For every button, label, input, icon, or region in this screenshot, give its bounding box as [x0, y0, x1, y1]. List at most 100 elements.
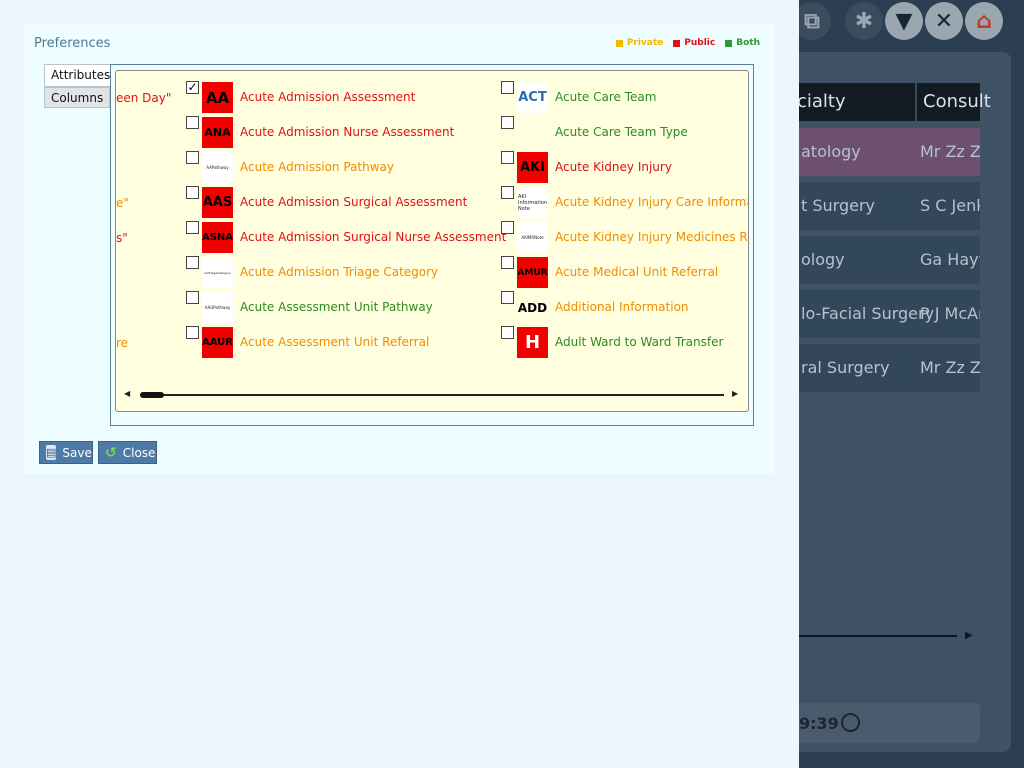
- tool-icon[interactable]: ✱: [845, 2, 883, 40]
- copy-icon[interactable]: ⧉: [799, 2, 831, 40]
- aaupathway-icon: AAUPathway: [202, 292, 233, 323]
- attribute-item[interactable]: ADD Additional Information: [501, 291, 748, 323]
- attribute-label: Acute Care Team Type: [555, 125, 688, 139]
- tab-attributes[interactable]: Attributes: [44, 64, 110, 87]
- row-specialty: t Surgery: [801, 196, 875, 215]
- attribute-item[interactable]: AAPathway Acute Admission Pathway: [186, 151, 496, 183]
- scroll-track[interactable]: [140, 394, 724, 396]
- row-specialty: ology: [801, 250, 845, 269]
- scroll-right-arrow-icon[interactable]: ▶: [965, 630, 973, 641]
- legend-both-swatch: [725, 39, 733, 47]
- header-consultant: Consult: [923, 91, 991, 112]
- attribute-item[interactable]: H Adult Ward to Ward Transfer: [501, 326, 748, 358]
- attribute-item[interactable]: Acute Care Team Type: [501, 116, 748, 148]
- attribute-label: Acute Admission Nurse Assessment: [240, 125, 455, 139]
- aapathway-icon: AAPathway: [202, 152, 233, 183]
- header-specialty: cialty: [799, 91, 846, 112]
- attribute-label: Acute Admission Pathway: [240, 160, 394, 174]
- add-icon: ADD: [517, 300, 548, 315]
- table-row[interactable]: ral Surgery Mr Zz Zz: [799, 344, 980, 392]
- row-consultant: P J McAr: [920, 304, 980, 323]
- checkbox[interactable]: [501, 116, 514, 129]
- save-button[interactable]: ▤ Save: [39, 441, 93, 464]
- row-consultant: Mr Zz Zz: [920, 358, 980, 377]
- table-row[interactable]: lo-Facial Surgery P J McAr: [799, 290, 980, 338]
- asna-icon: ASNA: [202, 222, 233, 253]
- table-row[interactable]: ology Ga Hayw: [799, 236, 980, 284]
- checkbox[interactable]: [186, 326, 199, 339]
- legend-both-label: Both: [736, 38, 760, 48]
- horizontal-scrollbar[interactable]: ◀ ▶: [124, 389, 742, 401]
- attribute-item[interactable]: AKIMRNote Acute Kidney Injury Medicines …: [501, 221, 748, 253]
- row-specialty: lo-Facial Surgery: [801, 304, 935, 323]
- attribute-label: Acute Admission Assessment: [240, 90, 416, 104]
- attribute-label: Acute Kidney Injury Care Informatio: [555, 195, 749, 209]
- legend-private: Private: [615, 38, 663, 48]
- attribute-item[interactable]: ANA Acute Admission Nurse Assessment: [186, 116, 496, 148]
- aas-icon: AAS: [202, 187, 233, 218]
- attribute-label: Acute Admission Surgical Nurse Assessmen…: [240, 230, 507, 244]
- attribute-label: Acute Care Team: [555, 90, 657, 104]
- attribute-label: Adult Ward to Ward Transfer: [555, 335, 724, 349]
- attribute-label: Acute Assessment Unit Referral: [240, 335, 430, 349]
- attribute-item[interactable]: ACT Acute Care Team: [501, 81, 748, 113]
- attributes-panel: een Day" e" s" re ✓ AA Acute Admission A…: [110, 64, 754, 426]
- hospital-h-icon: H: [517, 327, 548, 358]
- attribute-item[interactable]: AAUR Acute Assessment Unit Referral: [186, 326, 496, 358]
- ana-icon: ANA: [202, 117, 233, 148]
- attributes-list: een Day" e" s" re ✓ AA Acute Admission A…: [115, 70, 749, 412]
- attribute-label: Acute Assessment Unit Pathway: [240, 300, 433, 314]
- partial-label: een Day": [116, 91, 172, 105]
- table-row[interactable]: atology Mr Zz Zz: [799, 128, 980, 176]
- legend: Private Public Both: [615, 38, 760, 48]
- tab-columns[interactable]: Columns: [44, 87, 110, 108]
- checkbox[interactable]: [186, 256, 199, 269]
- checkbox[interactable]: [501, 326, 514, 339]
- checkbox-checked[interactable]: ✓: [186, 81, 199, 94]
- aki-icon: AKI: [517, 152, 548, 183]
- attribute-item[interactable]: AATriageCategory Acute Admission Triage …: [186, 256, 496, 288]
- attribute-item[interactable]: AKI Information Note Acute Kidney Injury…: [501, 186, 749, 218]
- legend-private-swatch: [615, 39, 623, 47]
- checkbox[interactable]: [186, 116, 199, 129]
- checkbox[interactable]: [186, 221, 199, 234]
- close-label: Close: [122, 445, 156, 460]
- attribute-label: Acute Admission Surgical Assessment: [240, 195, 468, 209]
- return-icon: ↺: [105, 444, 117, 461]
- checkbox[interactable]: [501, 186, 514, 199]
- attribute-item[interactable]: AAUPathway Acute Assessment Unit Pathway: [186, 291, 496, 323]
- checkbox[interactable]: [186, 151, 199, 164]
- attribute-item[interactable]: AAS Acute Admission Surgical Assessment: [186, 186, 496, 218]
- footer-time: 9:39: [799, 714, 839, 733]
- row-specialty: atology: [801, 142, 861, 161]
- aa-icon: AA: [202, 82, 233, 113]
- checkbox[interactable]: [501, 81, 514, 94]
- background-scrollbar[interactable]: [799, 635, 957, 637]
- legend-public: Public: [673, 38, 715, 48]
- close-button[interactable]: ↺ Close: [98, 441, 157, 464]
- filter-icon[interactable]: ▼: [885, 2, 923, 40]
- attribute-label: Acute Admission Triage Category: [240, 265, 439, 279]
- table-row[interactable]: t Surgery S C Jenk: [799, 182, 980, 230]
- close-icon[interactable]: ✕: [925, 2, 963, 40]
- checkbox[interactable]: [186, 291, 199, 304]
- scroll-thumb[interactable]: [140, 392, 164, 398]
- background-table-header: cialty Consult: [799, 83, 991, 121]
- checkbox[interactable]: [186, 186, 199, 199]
- checkbox[interactable]: [501, 291, 514, 304]
- checkbox[interactable]: [501, 256, 514, 269]
- attribute-item[interactable]: AKI Acute Kidney Injury: [501, 151, 748, 183]
- attribute-item[interactable]: ASNA Acute Admission Surgical Nurse Asse…: [186, 221, 506, 253]
- checkbox[interactable]: [501, 151, 514, 164]
- save-label: Save: [62, 445, 92, 460]
- scroll-left-icon[interactable]: ◀: [124, 389, 130, 398]
- attribute-label: Acute Kidney Injury Medicines Revie: [555, 230, 748, 244]
- aaur-icon: AAUR: [202, 327, 233, 358]
- row-consultant: Mr Zz Zz: [920, 142, 980, 161]
- checkbox[interactable]: [501, 221, 514, 234]
- attribute-item[interactable]: ✓ AA Acute Admission Assessment: [186, 81, 496, 113]
- attribute-item[interactable]: AMUR Acute Medical Unit Referral: [501, 256, 748, 288]
- scroll-right-icon[interactable]: ▶: [732, 389, 738, 398]
- partial-label: re: [116, 336, 129, 350]
- home-icon[interactable]: ⌂: [965, 2, 1003, 40]
